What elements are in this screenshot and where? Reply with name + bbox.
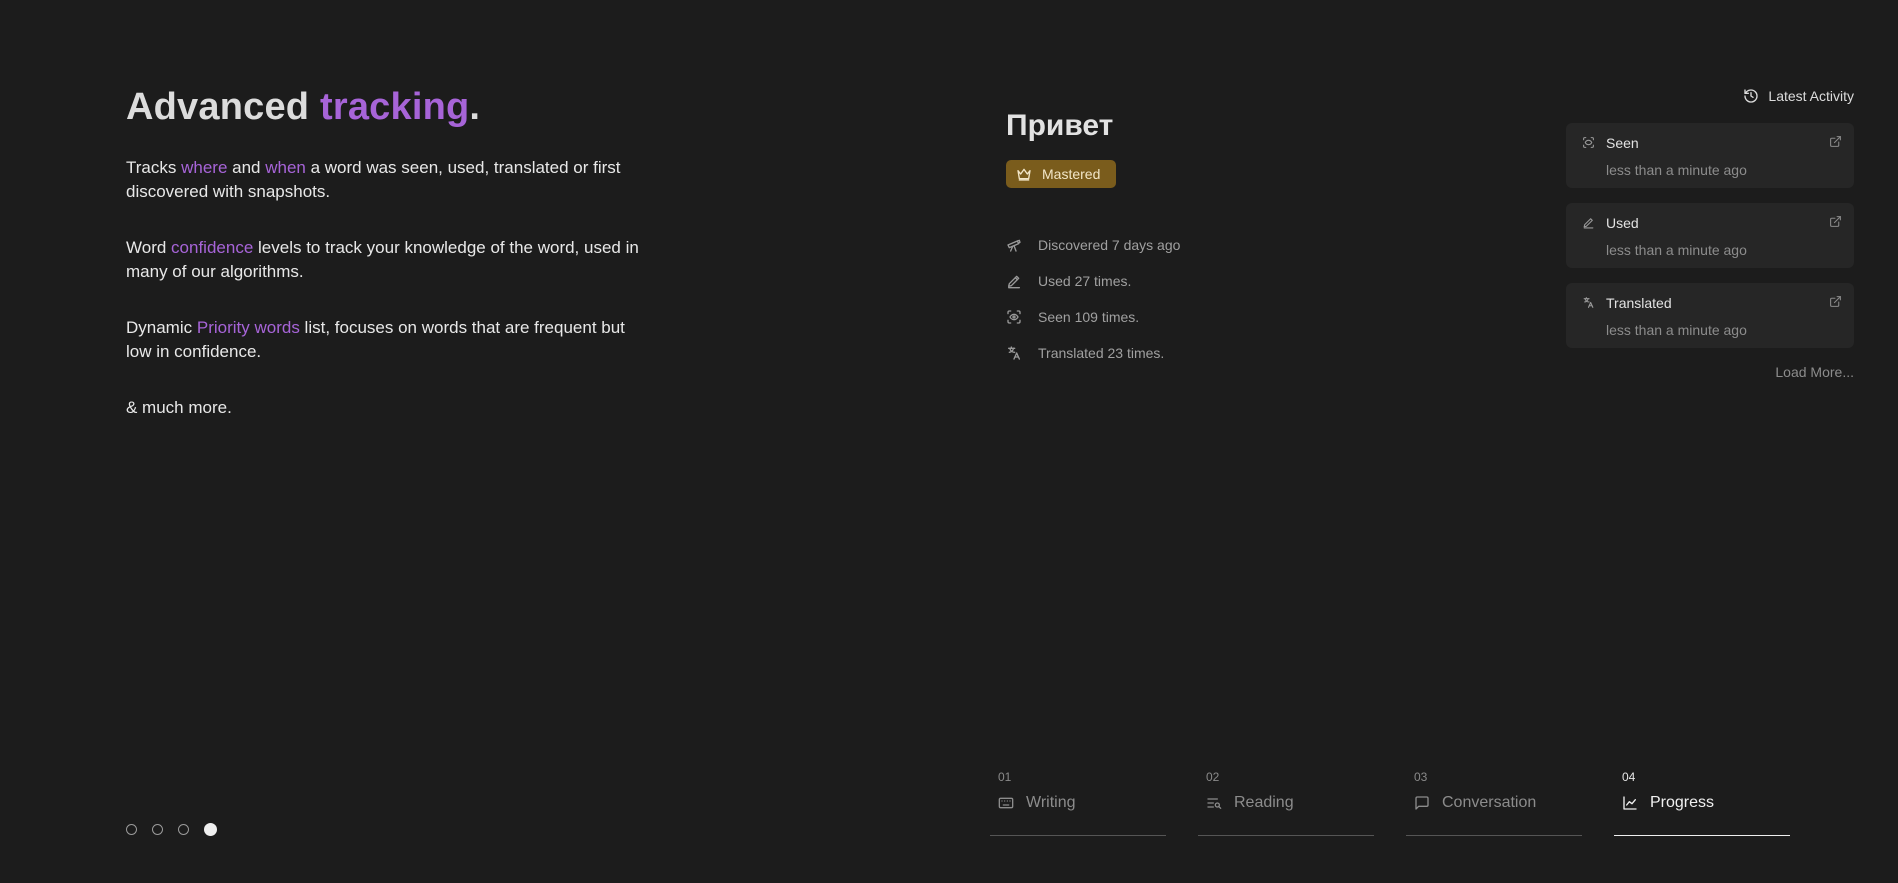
tab-content: Progress <box>1622 794 1790 812</box>
tab-number: 04 <box>1622 770 1636 784</box>
crown-icon <box>1017 168 1031 181</box>
tab-conversation[interactable]: 03 Conversation <box>1406 770 1582 836</box>
highlight-confidence: confidence <box>171 238 254 257</box>
keyboard-icon <box>998 797 1014 809</box>
paragraph-priority: Dynamic Priority words list, focuses on … <box>126 316 646 364</box>
page: Advanced tracking. Tracks where and when… <box>0 0 1898 883</box>
latest-activity-label: Latest Activity <box>1768 88 1854 104</box>
translate-icon <box>1583 297 1594 308</box>
feature-description: Advanced tracking. Tracks where and when… <box>126 84 666 452</box>
load-more-link[interactable]: Load More... <box>1775 364 1854 380</box>
pencil-icon <box>1008 275 1020 289</box>
headline-period: . <box>469 86 481 128</box>
activity-title: Used <box>1606 215 1639 231</box>
paragraph-tracking: Tracks where and when a word was seen, u… <box>126 156 646 204</box>
translate-icon <box>1008 346 1020 360</box>
badge-label: Mastered <box>1042 166 1101 182</box>
activity-item-seen[interactable]: Seen less than a minute ago <box>1566 123 1854 188</box>
history-icon <box>1744 89 1759 103</box>
tab-number: 01 <box>998 770 1012 784</box>
text: and <box>227 158 266 177</box>
word-card: Привет Mastered <box>1006 106 1117 188</box>
scan-eye-icon <box>1583 137 1594 148</box>
stat-seen: Seen 109 times. <box>1006 306 1180 328</box>
external-link-icon[interactable] <box>1829 295 1842 308</box>
tab-content: Writing <box>998 794 1166 812</box>
chat-icon <box>1415 796 1429 810</box>
tab-label: Reading <box>1234 794 1294 811</box>
activity-list: Seen less than a minute ago Used less th… <box>1566 123 1854 363</box>
activity-title: Seen <box>1606 135 1639 151</box>
telescope-icon <box>1007 239 1021 252</box>
tab-writing[interactable]: 01 Writing <box>990 770 1166 836</box>
activity-item-used[interactable]: Used less than a minute ago <box>1566 203 1854 268</box>
paragraph-confidence: Word confidence levels to track your kno… <box>126 236 646 284</box>
activity-item-translated[interactable]: Translated less than a minute ago <box>1566 283 1854 348</box>
activity-title: Translated <box>1606 295 1672 311</box>
word-title: Привет <box>1006 109 1114 142</box>
headline-text: Advanced <box>126 86 320 128</box>
stat-text: Used 27 times. <box>1038 273 1132 289</box>
stat-used: Used 27 times. <box>1006 270 1180 292</box>
tab-label: Conversation <box>1442 794 1537 811</box>
external-link-icon[interactable] <box>1829 215 1842 228</box>
headline-accent: tracking <box>319 86 470 128</box>
mastered-badge: Mastered <box>1006 160 1117 188</box>
headline: Advanced tracking. <box>126 84 666 130</box>
pager-dot-1[interactable] <box>126 824 137 835</box>
word-stats: Discovered 7 days ago Used 27 times. See… <box>1006 234 1180 378</box>
pager-dot-2[interactable] <box>152 824 163 835</box>
pencil-icon <box>1583 218 1594 229</box>
highlight-priority-words: Priority words <box>196 318 300 337</box>
text: Tracks <box>126 158 182 177</box>
stat-text: Translated 23 times. <box>1038 345 1165 361</box>
tab-number: 03 <box>1414 770 1428 784</box>
text: Word <box>126 238 172 257</box>
scan-eye-icon <box>1007 310 1021 324</box>
tab-label: Writing <box>1026 794 1076 811</box>
pager-dot-4[interactable] <box>204 823 217 836</box>
paragraph-more: & much more. <box>126 398 232 417</box>
slide-pager <box>126 823 217 836</box>
text: Dynamic <box>126 318 197 337</box>
reading-icon <box>1207 798 1222 809</box>
highlight-where: where <box>181 158 228 177</box>
tab-label: Progress <box>1650 794 1715 811</box>
pager-dot-3[interactable] <box>178 824 189 835</box>
chart-icon <box>1623 796 1637 810</box>
external-link-icon[interactable] <box>1829 135 1842 148</box>
tab-content: Reading <box>1206 794 1374 812</box>
tab-progress[interactable]: 04 Progress <box>1614 770 1790 836</box>
activity-time: less than a minute ago <box>1606 162 1747 178</box>
activity-time: less than a minute ago <box>1606 322 1747 338</box>
tab-number: 02 <box>1206 770 1220 784</box>
tab-reading[interactable]: 02 Reading <box>1198 770 1374 836</box>
stat-translated: Translated 23 times. <box>1006 342 1180 364</box>
stat-discovered: Discovered 7 days ago <box>1006 234 1180 256</box>
stat-text: Discovered 7 days ago <box>1038 237 1181 253</box>
feature-tabs: 01 Writing 02 Reading 03 Conversation 04 <box>990 770 1790 836</box>
tab-content: Conversation <box>1414 794 1582 812</box>
stat-text: Seen 109 times. <box>1038 309 1140 325</box>
activity-time: less than a minute ago <box>1606 242 1747 258</box>
latest-activity-heading: Latest Activity <box>1743 88 1854 104</box>
highlight-when: when <box>265 158 306 177</box>
